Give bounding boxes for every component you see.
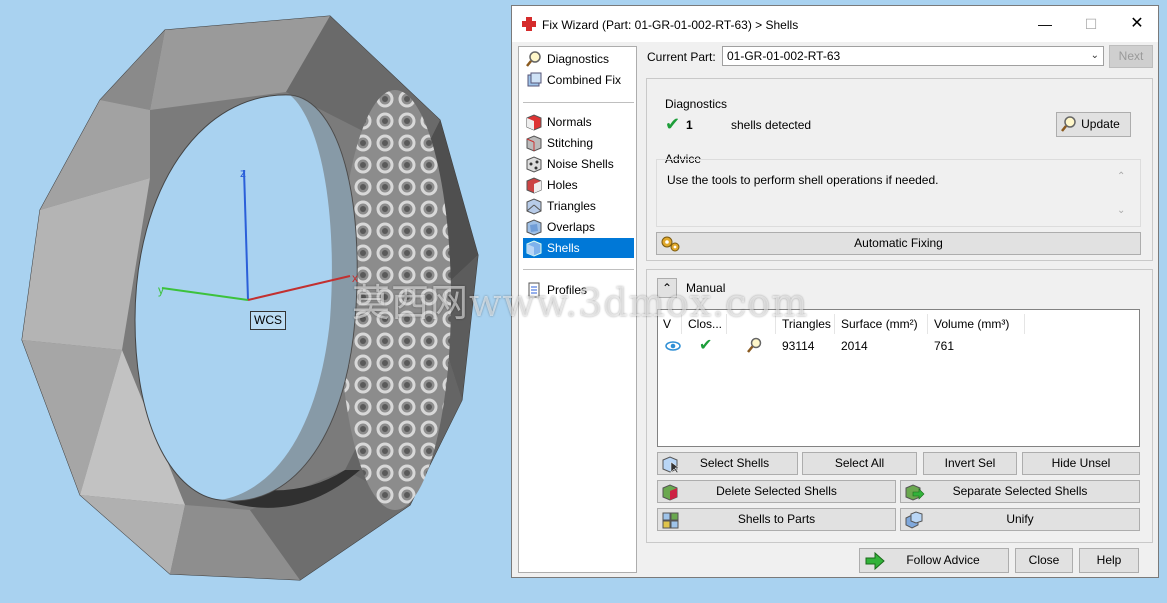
close-window-button[interactable]: ✕: [1114, 6, 1160, 42]
eye-icon[interactable]: [660, 336, 681, 356]
hide-unsel-button[interactable]: Hide Unsel: [1022, 452, 1140, 475]
volume-cell: 761: [934, 339, 955, 353]
magnifier-icon: [1061, 116, 1076, 132]
check-icon: ✔: [699, 337, 713, 354]
delete-shell-icon: [662, 484, 678, 501]
nav-separator: [523, 269, 634, 270]
nav-item-combined-fix[interactable]: Combined Fix: [523, 70, 634, 90]
select-shells-icon: [662, 456, 680, 473]
wizard-nav: Diagnostics Combined Fix Normals Stitchi…: [518, 46, 637, 573]
z-axis-label: z: [240, 166, 246, 180]
nav-separator: [523, 102, 634, 103]
3d-viewport[interactable]: z y x WCS: [0, 0, 512, 603]
invert-sel-button[interactable]: Invert Sel: [923, 452, 1017, 475]
profiles-doc-icon: [528, 282, 540, 298]
current-part-select[interactable]: 01-GR-01-002-RT-63 ⌄: [722, 46, 1104, 66]
col-closed-header[interactable]: Clos...: [683, 314, 727, 334]
col-triangles-header[interactable]: Triangles: [777, 314, 835, 334]
follow-advice-button[interactable]: Follow Advice: [859, 548, 1009, 573]
triangles-cube-icon: [526, 198, 542, 215]
separate-selected-shells-button[interactable]: Separate Selected Shells: [900, 480, 1140, 503]
scroll-up-icon[interactable]: ⌃: [1117, 171, 1125, 182]
current-part-label: Current Part:: [647, 50, 716, 64]
x-axis-label: x: [352, 271, 358, 285]
overlaps-cube-icon: [526, 219, 542, 236]
green-arrow-icon: [865, 551, 885, 571]
unify-button[interactable]: Unify: [900, 508, 1140, 531]
col-visible-header[interactable]: V: [658, 314, 682, 334]
col-inspect-header[interactable]: [728, 314, 776, 334]
automatic-fixing-button[interactable]: Automatic Fixing: [656, 232, 1141, 255]
check-icon: ✔: [665, 114, 681, 134]
next-button[interactable]: Next: [1109, 45, 1153, 68]
ring-model: [21, 15, 479, 581]
delete-selected-shells-button[interactable]: Delete Selected Shells: [657, 480, 896, 503]
shells-to-parts-button[interactable]: Shells to Parts: [657, 508, 896, 531]
minimize-button[interactable]: —: [1022, 6, 1068, 42]
unify-icon: [905, 511, 923, 529]
col-volume-header[interactable]: Volume (mm³): [929, 314, 1025, 334]
col-surface-header[interactable]: Surface (mm²): [836, 314, 928, 334]
shells-status-panel: Diagnostics ✔ 1 shells detected Update A…: [646, 78, 1153, 261]
diagnostics-group-title: Diagnostics: [665, 97, 728, 111]
window-title: Fix Wizard (Part: 01-GR-01-002-RT-63) > …: [542, 18, 799, 32]
select-shells-button[interactable]: Select Shells: [657, 452, 798, 475]
combined-fix-icon: [527, 72, 542, 87]
surface-cell: 2014: [841, 339, 868, 353]
nav-item-noise-shells[interactable]: Noise Shells: [523, 154, 634, 174]
chevron-down-icon: ⌄: [1090, 50, 1099, 61]
nav-item-holes[interactable]: Holes: [523, 175, 634, 195]
nav-item-profiles[interactable]: Profiles: [523, 280, 634, 300]
nav-item-triangles[interactable]: Triangles: [523, 196, 634, 216]
y-axis-label: y: [158, 283, 164, 297]
noise-shells-icon: [526, 156, 542, 173]
normals-cube-icon: [526, 114, 542, 131]
chevron-up-icon: ⌃: [661, 281, 673, 295]
maximize-button[interactable]: ☐: [1068, 6, 1114, 42]
shell-count: 1: [686, 118, 693, 132]
help-button[interactable]: Help: [1079, 548, 1139, 573]
nav-item-diagnostics[interactable]: Diagnostics: [523, 49, 634, 69]
select-all-button[interactable]: Select All: [802, 452, 917, 475]
fix-wizard-dialog: Fix Wizard (Part: 01-GR-01-002-RT-63) > …: [511, 5, 1159, 578]
holes-cube-icon: [526, 177, 542, 194]
inspect-magnifier-icon[interactable]: [740, 336, 763, 356]
nav-item-normals[interactable]: Normals: [523, 112, 634, 132]
magnifier-icon: [526, 51, 541, 67]
gears-icon: [661, 236, 680, 252]
scroll-down-icon[interactable]: ⌄: [1117, 205, 1125, 216]
shells-list[interactable]: V Clos... Triangles Surface (mm²) Volume…: [657, 309, 1140, 447]
update-button[interactable]: Update: [1056, 112, 1131, 137]
separate-shell-icon: [905, 484, 925, 501]
stitching-cube-icon: [526, 135, 542, 152]
shells-cube-icon: [526, 240, 542, 257]
nav-item-shells[interactable]: Shells: [523, 238, 634, 258]
triangles-cell: 93114: [782, 339, 815, 353]
shells-detected-text: shells detected: [731, 118, 812, 132]
advice-text: Use the tools to perform shell operation…: [667, 173, 1107, 221]
nav-item-overlaps[interactable]: Overlaps: [523, 217, 634, 237]
nav-item-stitching[interactable]: Stitching: [523, 133, 634, 153]
collapse-button[interactable]: ⌃: [657, 278, 677, 298]
title-bar[interactable]: Fix Wizard (Part: 01-GR-01-002-RT-63) > …: [512, 6, 1158, 42]
close-button[interactable]: Close: [1015, 548, 1073, 573]
shells-to-parts-icon: [662, 512, 679, 529]
red-cross-icon: [522, 17, 536, 31]
wcs-label: WCS: [250, 311, 286, 330]
manual-title: Manual: [686, 281, 726, 295]
